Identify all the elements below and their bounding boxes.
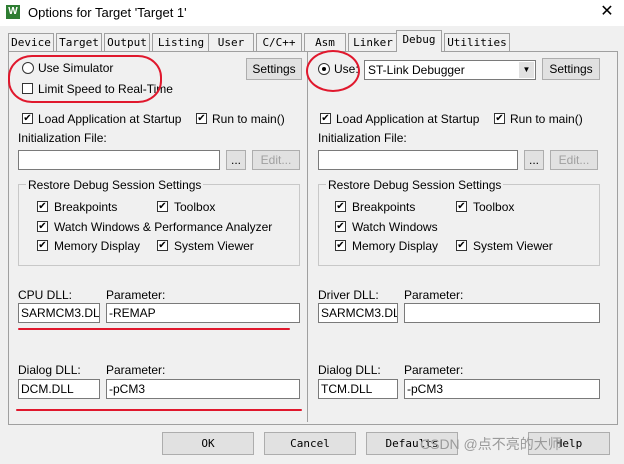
cpu-dll-label: CPU DLL: — [18, 288, 73, 302]
chevron-down-icon[interactable]: ▼ — [519, 62, 534, 78]
right-breakpoints-checkbox[interactable]: ✔ — [335, 201, 346, 212]
tab-user[interactable]: User — [208, 33, 254, 51]
tab-listing[interactable]: Listing — [152, 33, 210, 51]
left-memory-checkbox[interactable]: ✔ — [37, 240, 48, 251]
debugger-settings-button[interactable]: Settings — [542, 58, 600, 80]
tab-output[interactable]: Output — [104, 33, 150, 51]
close-icon[interactable]: ✕ — [596, 2, 618, 22]
right-watch-checkbox[interactable]: ✔ — [335, 221, 346, 232]
watermark: CSDN @点不亮的大师 — [420, 436, 562, 452]
right-memory-checkbox[interactable]: ✔ — [335, 240, 346, 251]
left-run-to-main-checkbox[interactable]: ✔ — [196, 113, 207, 124]
right-breakpoints-label: Breakpoints — [352, 200, 416, 214]
left-load-app-label: Load Application at Startup — [38, 112, 182, 126]
left-watch-checkbox[interactable]: ✔ — [37, 221, 48, 232]
window-title: Options for Target 'Target 1' — [28, 5, 187, 20]
tab-linker[interactable]: Linker — [348, 33, 398, 51]
tab-utilities[interactable]: Utilities — [444, 33, 510, 51]
app-icon: W — [6, 5, 20, 19]
right-load-app-label: Load Application at Startup — [336, 112, 480, 126]
left-run-to-main-label: Run to main() — [212, 112, 285, 126]
right-memory-label: Memory Display — [352, 239, 439, 253]
left-dialog-dll-label: Dialog DLL: — [18, 363, 81, 377]
left-dialog-param-input[interactable]: -pCM3 — [106, 379, 300, 399]
driver-dll-label: Driver DLL: — [318, 288, 379, 302]
right-dialog-param-label: Parameter: — [404, 363, 464, 377]
left-breakpoints-checkbox[interactable]: ✔ — [37, 201, 48, 212]
right-init-file-label: Initialization File: — [318, 131, 407, 145]
ok-button[interactable]: OK — [162, 432, 254, 455]
right-browse-button[interactable]: ... — [524, 150, 544, 170]
driver-dll-input[interactable]: SARMCM3.DLL — [318, 303, 398, 323]
left-sysviewer-checkbox[interactable]: ✔ — [157, 240, 168, 251]
left-sysviewer-label: System Viewer — [174, 239, 254, 253]
simulator-settings-button[interactable]: Settings — [246, 58, 302, 80]
right-dialog-dll-label: Dialog DLL: — [318, 363, 381, 377]
cancel-button[interactable]: Cancel — [264, 432, 356, 455]
left-toolbox-checkbox[interactable]: ✔ — [157, 201, 168, 212]
right-edit-button[interactable]: Edit... — [550, 150, 598, 170]
left-init-file-label: Initialization File: — [18, 131, 107, 145]
right-sysviewer-label: System Viewer — [473, 239, 553, 253]
left-memory-label: Memory Display — [54, 239, 141, 253]
tab-strip: Device Target Output Listing User C/C++ … — [8, 30, 616, 52]
tab-debug[interactable]: Debug — [396, 30, 442, 52]
right-sysviewer-checkbox[interactable]: ✔ — [456, 240, 467, 251]
left-dialog-param-label: Parameter: — [106, 363, 166, 377]
tab-device[interactable]: Device — [8, 33, 54, 51]
right-toolbox-checkbox[interactable]: ✔ — [456, 201, 467, 212]
left-toolbox-label: Toolbox — [174, 200, 216, 214]
left-dialog-dll-input[interactable]: DCM.DLL — [18, 379, 100, 399]
right-dialog-param-input[interactable]: -pCM3 — [404, 379, 600, 399]
tab-asm[interactable]: Asm — [304, 33, 346, 51]
debugger-select-value: ST-Link Debugger — [368, 63, 465, 77]
left-browse-button[interactable]: ... — [226, 150, 246, 170]
left-watch-label: Watch Windows & Performance Analyzer — [54, 220, 273, 234]
left-load-app-checkbox[interactable]: ✔ — [22, 113, 33, 124]
right-dialog-dll-input[interactable]: TCM.DLL — [318, 379, 398, 399]
right-run-to-main-label: Run to main() — [510, 112, 583, 126]
debugger-select[interactable]: ST-Link Debugger ▼ — [364, 60, 536, 80]
panel-divider — [307, 52, 308, 422]
left-init-file-input[interactable] — [18, 150, 220, 170]
tab-target[interactable]: Target — [56, 33, 102, 51]
right-run-to-main-checkbox[interactable]: ✔ — [494, 113, 505, 124]
left-breakpoints-label: Breakpoints — [54, 200, 118, 214]
annotation-underline-dialog-dll — [16, 409, 302, 411]
annotation-underline-cpu-dll — [18, 328, 290, 330]
right-toolbox-label: Toolbox — [473, 200, 515, 214]
driver-param-input[interactable] — [404, 303, 600, 323]
driver-param-label: Parameter: — [404, 288, 464, 302]
right-watch-label: Watch Windows — [352, 220, 438, 234]
tab-c-cpp[interactable]: C/C++ — [256, 33, 302, 51]
right-load-app-checkbox[interactable]: ✔ — [320, 113, 331, 124]
right-init-file-input[interactable] — [318, 150, 518, 170]
annotation-circle-use — [306, 50, 360, 92]
cpu-param-input[interactable]: -REMAP — [106, 303, 300, 323]
cpu-dll-input[interactable]: SARMCM3.DLL — [18, 303, 100, 323]
annotation-circle-simulator — [8, 55, 162, 103]
left-edit-button[interactable]: Edit... — [252, 150, 300, 170]
cpu-param-label: Parameter: — [106, 288, 166, 302]
right-restore-title: Restore Debug Session Settings — [326, 178, 504, 192]
left-restore-title: Restore Debug Session Settings — [26, 178, 204, 192]
